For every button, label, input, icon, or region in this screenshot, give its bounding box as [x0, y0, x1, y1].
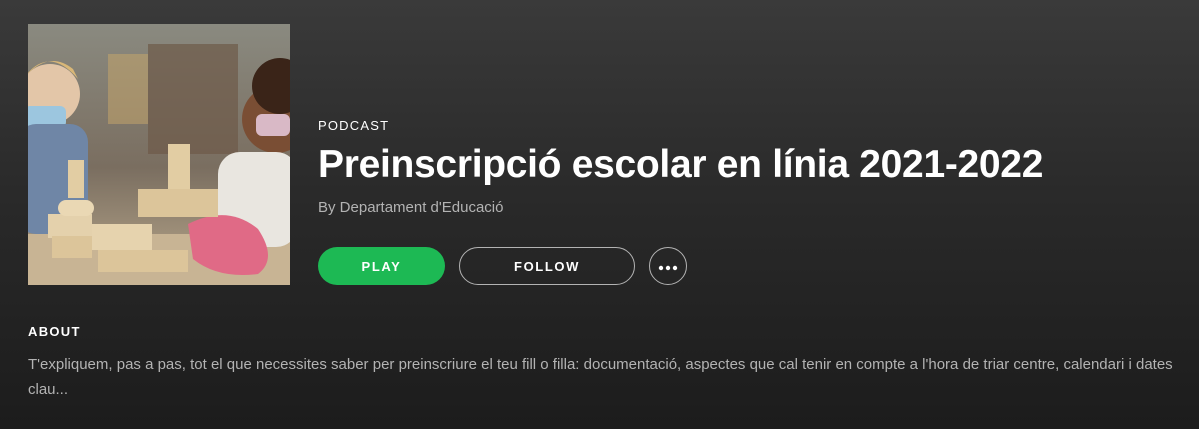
- podcast-cover-image: [28, 24, 290, 285]
- about-heading: ABOUT: [28, 324, 81, 339]
- play-button[interactable]: PLAY: [318, 247, 445, 285]
- follow-button[interactable]: FOLLOW: [459, 247, 635, 285]
- podcast-author[interactable]: By Departament d'Educació: [318, 199, 1178, 216]
- about-description: T'expliquem, pas a pas, tot el que neces…: [28, 356, 1173, 398]
- more-options-button[interactable]: [649, 247, 687, 285]
- podcast-header: PODCAST Preinscripció escolar en línia 2…: [318, 118, 1178, 216]
- content-type-label: PODCAST: [318, 118, 390, 133]
- podcast-title: Preinscripció escolar en línia 2021-2022: [318, 143, 1044, 186]
- action-bar: PLAY FOLLOW: [318, 247, 687, 285]
- more-options-icon: [658, 259, 678, 274]
